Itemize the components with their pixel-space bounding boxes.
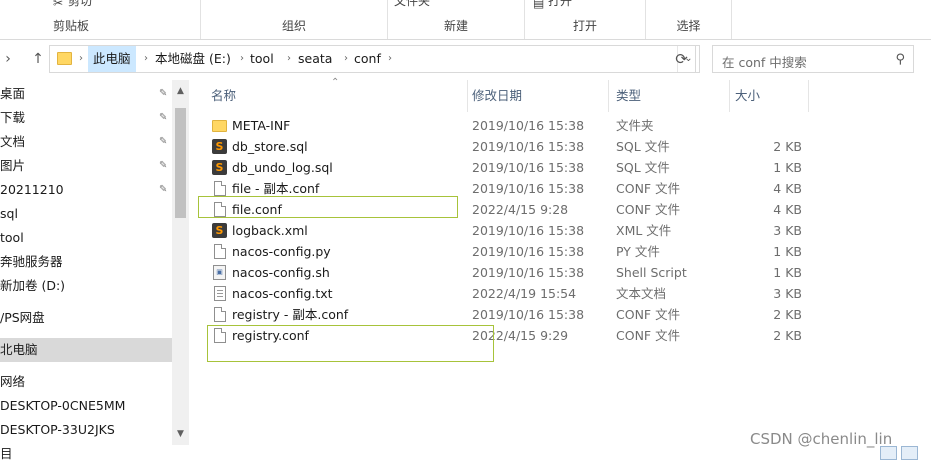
folder-icon [212, 120, 227, 132]
file-icon [214, 307, 226, 322]
file-row[interactable]: nacos-config.py 2019/10/16 15:38 PY 文件 1… [192, 241, 931, 262]
nav-item-desktop-33u2jks[interactable]: DESKTOP-33U2JKS [0, 418, 172, 442]
scroll-up-icon[interactable]: ▲ [172, 83, 189, 100]
chevron-right-icon[interactable]: › [344, 46, 348, 72]
watermark: CSDN @chenlin_lin [750, 430, 893, 448]
breadcrumb-conf[interactable]: conf [354, 46, 381, 72]
column-date[interactable]: 修改日期 [468, 80, 609, 112]
scroll-down-icon[interactable]: ▼ [172, 426, 189, 443]
nav-item-drive-d[interactable]: 新加卷 (D:) [0, 274, 172, 298]
refresh-icon: ⟳ [675, 50, 688, 68]
nav-item-downloads[interactable]: 下载 ✎ [0, 106, 172, 130]
nav-item-desktop-0cne5mm[interactable]: DESKTOP-0CNE5MM [0, 394, 172, 418]
scissors-icon: ✂ [53, 0, 64, 10]
address-bar[interactable]: › 此电脑 › 本地磁盘 (E:) › tool › seata › conf … [49, 45, 700, 73]
ribbon-group-label: 选择 [676, 19, 701, 33]
up-arrow-icon[interactable]: ↑ [30, 51, 46, 67]
chevron-right-icon[interactable]: › [79, 46, 83, 72]
file-row[interactable]: nacos-config.txt 2022/4/19 15:54 文本文档 3 … [192, 283, 931, 304]
open-icon: ▤ [533, 0, 545, 10]
sublime-icon: S [212, 139, 227, 154]
column-name[interactable]: 名称 [192, 80, 468, 112]
navigation-pane: 桌面 ✎ 下载 ✎ 文档 ✎ 图片 ✎ 20211210 ✎ sql tool 奔驰服务器… [0, 80, 192, 460]
file-row[interactable]: registry - 副本.conf 2019/10/16 15:38 CONF… [192, 304, 931, 325]
nav-item-20211210[interactable]: 20211210 ✎ [0, 178, 172, 202]
pin-icon[interactable]: ✎ [159, 160, 169, 172]
file-list: 名称 ⌃ 修改日期 类型 大小 META-INF 2019/10/16 15:3… [192, 77, 931, 460]
nav-scrollbar[interactable]: ▲ ▼ [172, 80, 189, 445]
file-icon [214, 181, 226, 196]
pin-icon[interactable]: ✎ [159, 136, 169, 148]
nav-item-sql[interactable]: sql [0, 202, 172, 226]
cut-command[interactable]: ✂ 剪切 [53, 0, 92, 10]
sublime-icon: S [212, 223, 227, 238]
view-toggle [880, 446, 920, 460]
folder-icon [57, 52, 72, 65]
ribbon: ✂ 剪切 剪贴板 组织 文件夹 新建 ▤ 打开 打开 选择 [0, 0, 931, 40]
forward-dropdown-icon[interactable]: › [0, 51, 16, 67]
breadcrumb-seata[interactable]: seata [298, 46, 332, 72]
ribbon-group-new: 文件夹 新建 [388, 0, 525, 39]
highlight-box [207, 325, 494, 362]
sort-ascending-icon: ⌃ [331, 77, 340, 88]
pin-icon[interactable]: ✎ [159, 112, 169, 124]
nav-item-tool[interactable]: tool [0, 226, 172, 250]
ribbon-group-select: 选择 [646, 0, 732, 39]
breadcrumb-tool[interactable]: tool [250, 46, 274, 72]
chevron-right-icon[interactable]: › [287, 46, 291, 72]
ribbon-group-open: ▤ 打开 打开 [525, 0, 646, 39]
file-row[interactable]: S logback.xml 2019/10/16 15:38 XML 文件 3 … [192, 220, 931, 241]
new-folder-command[interactable]: 文件夹 [394, 0, 430, 9]
breadcrumb-this-pc[interactable]: 此电脑 [88, 46, 136, 72]
scroll-thumb[interactable] [175, 108, 186, 218]
nav-item-documents[interactable]: 文档 ✎ [0, 130, 172, 154]
ribbon-group-label: 新建 [443, 19, 468, 33]
search-input[interactable]: 在 conf 中搜索 ⚲ [712, 45, 914, 73]
file-row[interactable]: S db_undo_log.sql 2019/10/16 15:38 SQL 文… [192, 157, 931, 178]
file-icon [214, 244, 226, 259]
large-icons-view-icon[interactable] [901, 446, 918, 460]
pin-icon[interactable]: ✎ [159, 88, 169, 100]
nav-item-network[interactable]: 网络 [0, 370, 172, 394]
column-size[interactable]: 大小 [730, 80, 809, 112]
column-type[interactable]: 类型 [609, 80, 730, 112]
search-placeholder: 在 conf 中搜索 [722, 55, 807, 70]
chevron-right-icon[interactable]: › [144, 46, 148, 72]
file-row[interactable]: META-INF 2019/10/16 15:38 文件夹 [192, 115, 931, 136]
nav-item-desktop[interactable]: 桌面 ✎ [0, 82, 172, 106]
chevron-right-icon[interactable]: › [388, 46, 392, 72]
text-file-icon [214, 286, 226, 301]
nav-item-wps-drive[interactable]: /PS网盘 [0, 306, 172, 330]
search-icon: ⚲ [895, 52, 905, 67]
nav-item-partial[interactable]: 目 [0, 442, 172, 460]
breadcrumb-drive-e[interactable]: 本地磁盘 (E:) [155, 46, 231, 72]
details-view-icon[interactable] [880, 446, 897, 460]
ribbon-group-label: 剪贴板 [53, 19, 90, 33]
shell-script-icon: ▣ [213, 265, 226, 280]
ribbon-group-label: 打开 [572, 19, 597, 33]
column-header: 名称 ⌃ 修改日期 类型 大小 [192, 77, 931, 112]
chevron-right-icon[interactable]: › [240, 46, 244, 72]
nav-item-this-pc[interactable]: 北电脑 [0, 338, 172, 362]
nav-item-pictures[interactable]: 图片 ✎ [0, 154, 172, 178]
ribbon-group-organize: 组织 [201, 0, 388, 39]
ribbon-group-clipboard: ✂ 剪切 剪贴板 [0, 0, 201, 39]
highlight-box [198, 196, 458, 218]
file-row[interactable]: S db_store.sql 2019/10/16 15:38 SQL 文件 2… [192, 136, 931, 157]
pin-icon[interactable]: ✎ [159, 184, 169, 196]
nav-item-server[interactable]: 奔驰服务器 [0, 250, 172, 274]
refresh-button[interactable]: ⟳ [668, 45, 696, 73]
sublime-icon: S [212, 160, 227, 175]
ribbon-group-label: 组织 [281, 19, 306, 33]
file-row[interactable]: ▣ nacos-config.sh 2019/10/16 15:38 Shell… [192, 262, 931, 283]
open-command[interactable]: ▤ 打开 [533, 0, 572, 10]
